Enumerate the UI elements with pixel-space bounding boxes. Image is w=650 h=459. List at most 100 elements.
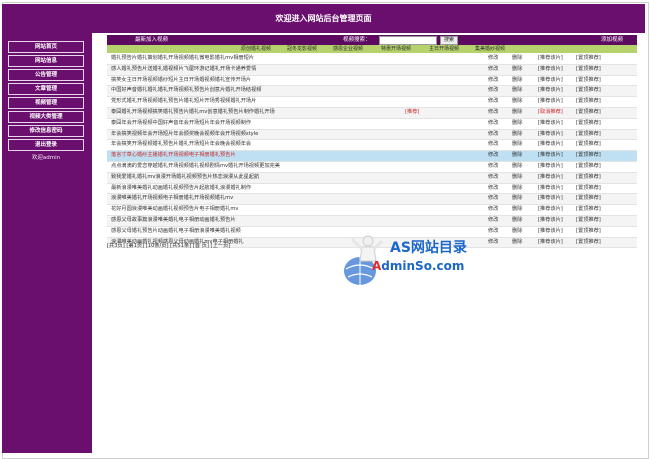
delete-link[interactable]: 删除 — [512, 227, 522, 237]
edit-link[interactable]: 修改 — [488, 86, 498, 96]
category-link[interactable]: 感恩企业视频 — [333, 45, 363, 53]
recommend-link[interactable]: [推荐该片] — [538, 130, 563, 140]
recommend-link[interactable]: [推荐该片] — [538, 140, 563, 150]
category-link[interactable]: 原创婚礼视频 — [241, 45, 271, 53]
pin-link[interactable]: [置顶推荐] — [576, 108, 601, 118]
edit-link[interactable]: 修改 — [488, 97, 498, 107]
delete-link[interactable]: 删除 — [512, 86, 522, 96]
pin-link[interactable]: [置顶推荐] — [576, 184, 601, 194]
recommend-link[interactable]: [推荐该片] — [538, 119, 563, 129]
pin-link[interactable]: [置顶推荐] — [576, 227, 601, 237]
video-title-link[interactable]: 搞笑女主日开场视频婚纱短片主日开场婚视频婚礼宣传开场片 — [111, 76, 251, 86]
search-input[interactable] — [379, 36, 437, 45]
edit-link[interactable]: 修改 — [488, 108, 498, 118]
video-title-link[interactable]: 党形式婚礼开场视频婚礼预告片婚礼短片开场秀视频婚礼开场片 — [111, 97, 256, 107]
edit-link[interactable]: 修改 — [488, 173, 498, 183]
delete-link[interactable]: 删除 — [512, 97, 522, 107]
sidebar-item-logout[interactable]: 退出登录 — [8, 139, 84, 151]
pin-link[interactable]: [置顶推荐] — [576, 151, 601, 161]
edit-link[interactable]: 修改 — [488, 151, 498, 161]
recommend-link[interactable]: [推荐该片] — [538, 205, 563, 215]
delete-link[interactable]: 删除 — [512, 54, 522, 64]
pin-link[interactable]: [置顶推荐] — [576, 205, 601, 215]
delete-link[interactable]: 删除 — [512, 108, 522, 118]
video-title-link[interactable]: 花好月圆浪漫唯美动画婚礼视频预告片电子相册婚礼mv — [111, 205, 238, 215]
sidebar-item-video-categories[interactable]: 视频大类管理 — [8, 111, 84, 123]
sidebar-item-home[interactable]: 网站首页 — [8, 41, 84, 53]
recommend-link[interactable]: [推荐该片] — [538, 97, 563, 107]
delete-link[interactable]: 删除 — [512, 216, 522, 226]
delete-link[interactable]: 删除 — [512, 205, 522, 215]
sidebar-item-change-password[interactable]: 修改信息密码 — [8, 125, 84, 137]
recommend-link[interactable]: [推荐该片] — [538, 86, 563, 96]
pin-link[interactable]: [置顶推荐] — [576, 86, 601, 96]
video-title-link[interactable]: 泰囧婚礼开场视频搞笑婚礼预告片婚礼mv创意婚礼预告片制作婚礼开场 — [111, 108, 275, 118]
recommend-link[interactable]: [推荐该片] — [538, 216, 563, 226]
category-link[interactable]: 冠冬龙影视频 — [287, 45, 317, 53]
edit-link[interactable]: 修改 — [488, 119, 498, 129]
delete-link[interactable]: 删除 — [512, 151, 522, 161]
delete-link[interactable]: 删除 — [512, 162, 522, 172]
edit-link[interactable]: 修改 — [488, 184, 498, 194]
recommend-link[interactable]: [推荐该片] — [538, 194, 563, 204]
video-title-link[interactable]: 年会搞笑视频年会开场短片年会颁奖晚会视频年会开场视频style — [111, 130, 258, 140]
video-title-link[interactable]: 落言寸草心婚纱主播婚礼开场视频电子相册婚礼预告片 — [111, 151, 236, 161]
recommend-link[interactable]: [取消推荐] — [538, 108, 563, 118]
sidebar-item-articles[interactable]: 文章管理 — [8, 83, 84, 95]
video-title-link[interactable]: 感人婚礼预告片送婚礼婚视频片飞屋环游记婚礼开场卡通养爱情 — [111, 65, 256, 75]
add-video-link[interactable]: 添加视频 — [601, 35, 623, 45]
pin-link[interactable]: [置顶推荐] — [576, 54, 601, 64]
delete-link[interactable]: 删除 — [512, 76, 522, 86]
delete-link[interactable]: 删除 — [512, 130, 522, 140]
recommend-link[interactable]: [推荐该片] — [538, 76, 563, 86]
recommend-link[interactable]: [推荐该片] — [538, 184, 563, 194]
video-title-link[interactable]: 点点滴滴的爱恋穿越婚礼开场视频婚礼视频剧情mv婚礼开场视频更加完美 — [111, 162, 280, 172]
sidebar-item-notices[interactable]: 公告管理 — [8, 69, 84, 81]
category-link[interactable]: 集美婚纱视频 — [475, 45, 505, 53]
pin-link[interactable]: [置顶推荐] — [576, 140, 601, 150]
video-title-link[interactable]: 年会搞笑开场视频婚礼预告片婚礼开场短片年会晚会视频年会 — [111, 140, 251, 150]
sidebar-item-site-info[interactable]: 网站信息 — [8, 55, 84, 67]
pin-link[interactable]: [置顶推荐] — [576, 173, 601, 183]
video-title-link[interactable]: 婚礼预告片婚礼策划婚礼开场视频婚礼微电影婚礼mv相册短片 — [111, 54, 254, 64]
recommend-link[interactable]: [推荐该片] — [538, 54, 563, 64]
pin-link[interactable]: [置顶推荐] — [576, 76, 601, 86]
pin-link[interactable]: [置顶推荐] — [576, 216, 601, 226]
category-link[interactable]: 特惠开场视频 — [381, 45, 411, 53]
recommend-link[interactable]: [推荐该片] — [538, 162, 563, 172]
delete-link[interactable]: 删除 — [512, 140, 522, 150]
pin-link[interactable]: [置顶推荐] — [576, 97, 601, 107]
video-title-link[interactable]: 感恩父母故事篇浪漫唯美婚礼电子相册动画婚礼预告片 — [111, 216, 236, 226]
recommend-link[interactable]: [推荐该片] — [538, 173, 563, 183]
video-title-link[interactable]: 浪漫唯美婚礼开场视频电子相册婚礼开场视频婚礼mv — [111, 194, 233, 204]
delete-link[interactable]: 删除 — [512, 119, 522, 129]
recommend-link[interactable]: [推荐该片] — [538, 65, 563, 75]
edit-link[interactable]: 修改 — [488, 205, 498, 215]
edit-link[interactable]: 修改 — [488, 65, 498, 75]
delete-link[interactable]: 删除 — [512, 65, 522, 75]
recommend-link[interactable]: [推荐该片] — [538, 151, 563, 161]
pin-link[interactable]: [置顶推荐] — [576, 65, 601, 75]
pin-link[interactable]: [置顶推荐] — [576, 119, 601, 129]
delete-link[interactable]: 删除 — [512, 184, 522, 194]
video-title-link[interactable]: 中国好声音婚礼婚礼婚礼开场视频礼预告片创意片婚礼开场结视频 — [111, 86, 261, 96]
edit-link[interactable]: 修改 — [488, 130, 498, 140]
recommend-link[interactable]: [推荐该片] — [538, 227, 563, 237]
edit-link[interactable]: 修改 — [488, 140, 498, 150]
sidebar-item-videos[interactable]: 视频管理 — [8, 97, 84, 109]
video-title-link[interactable]: 泰囧年会开场视频中国好声音年会开场短片年会开场视频制作 — [111, 119, 251, 129]
video-title-link[interactable]: 最新浪漫唯美婚礼动画婚礼视频预告片起航婚礼浪漫婚礼制作 — [111, 184, 251, 194]
video-title-link[interactable]: 感恩父母婚礼预告片动画婚礼电子相册浪漫唯美婚礼视频 — [111, 227, 241, 237]
edit-link[interactable]: 修改 — [488, 54, 498, 64]
video-title-link[interactable]: 致我爱婚礼婚礼mv浪漫开场婚礼视频预告片热恋浪漫从此星起航 — [111, 173, 259, 183]
delete-link[interactable]: 删除 — [512, 194, 522, 204]
delete-link[interactable]: 删除 — [512, 173, 522, 183]
edit-link[interactable]: 修改 — [488, 194, 498, 204]
edit-link[interactable]: 修改 — [488, 162, 498, 172]
edit-link[interactable]: 修改 — [488, 76, 498, 86]
pin-link[interactable]: [置顶推荐] — [576, 162, 601, 172]
pin-link[interactable]: [置顶推荐] — [576, 194, 601, 204]
edit-link[interactable]: 修改 — [488, 216, 498, 226]
category-link[interactable]: 主日开场视频 — [429, 45, 459, 53]
search-button[interactable]: 搜索 — [440, 36, 458, 45]
